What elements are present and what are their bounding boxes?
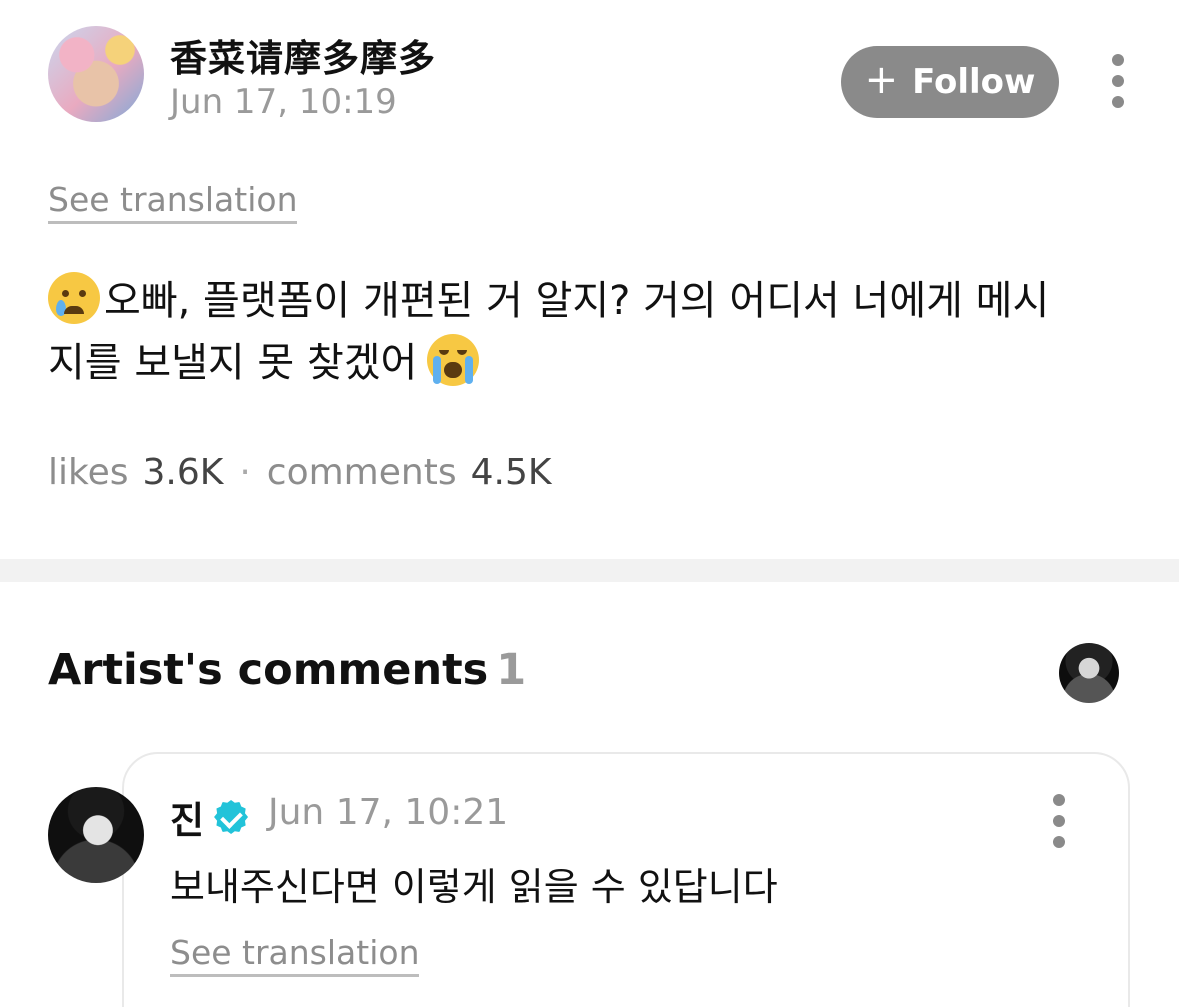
likes-count[interactable]: 3.6K xyxy=(142,452,223,493)
comments-label[interactable]: comments xyxy=(267,452,457,493)
follow-button[interactable]: + Follow xyxy=(841,46,1059,118)
post-date: Jun 17, 10:19 xyxy=(170,82,397,122)
author-name[interactable]: 香菜请摩多摩多 xyxy=(170,28,436,82)
likes-label[interactable]: likes xyxy=(48,452,128,493)
section-divider xyxy=(0,559,1179,582)
artist-comments-title: Artist's comments xyxy=(48,645,489,695)
post-body: 오빠, 플랫폼이 개편된 거 알지? 거의 어디서 너에게 메시 지를 보낼지 … xyxy=(48,270,1128,394)
plus-icon: + xyxy=(864,57,899,103)
stats-separator: · xyxy=(239,452,251,493)
crying-face-icon xyxy=(48,272,100,324)
verified-badge-icon xyxy=(214,800,249,834)
author-avatar[interactable] xyxy=(48,26,144,122)
comment-author[interactable]: 진 xyxy=(170,790,249,844)
artist-comments-heading: Artist's comments 1 xyxy=(48,645,526,695)
loudly-crying-face-icon xyxy=(427,334,480,386)
comments-count[interactable]: 4.5K xyxy=(471,452,552,493)
comment-see-translation-link[interactable]: See translation xyxy=(170,933,420,977)
comment-body: 보내주신다면 이렇게 읽을 수 있답니다 xyxy=(170,865,778,909)
comment-date: Jun 17, 10:21 xyxy=(268,792,509,833)
comment-more-options-icon[interactable] xyxy=(1049,794,1069,848)
follow-label: Follow xyxy=(912,62,1036,102)
commenter-avatar[interactable] xyxy=(48,787,144,883)
comment-author-name: 진 xyxy=(170,799,205,842)
see-translation-link[interactable]: See translation xyxy=(48,180,298,224)
artist-avatar-small[interactable] xyxy=(1059,643,1119,703)
artist-comments-count: 1 xyxy=(496,645,527,695)
post-body-line2: 지를 보낼지 못 찾겠어 xyxy=(48,340,418,386)
more-options-icon[interactable] xyxy=(1108,54,1128,108)
post-body-line1: 오빠, 플랫폼이 개편된 거 알지? 거의 어디서 너에게 메시 xyxy=(104,278,1050,324)
post-header: 香菜请摩多摩多 Jun 17, 10:19 + Follow xyxy=(48,26,1138,126)
post-stats: likes 3.6K · comments 4.5K xyxy=(48,452,551,493)
